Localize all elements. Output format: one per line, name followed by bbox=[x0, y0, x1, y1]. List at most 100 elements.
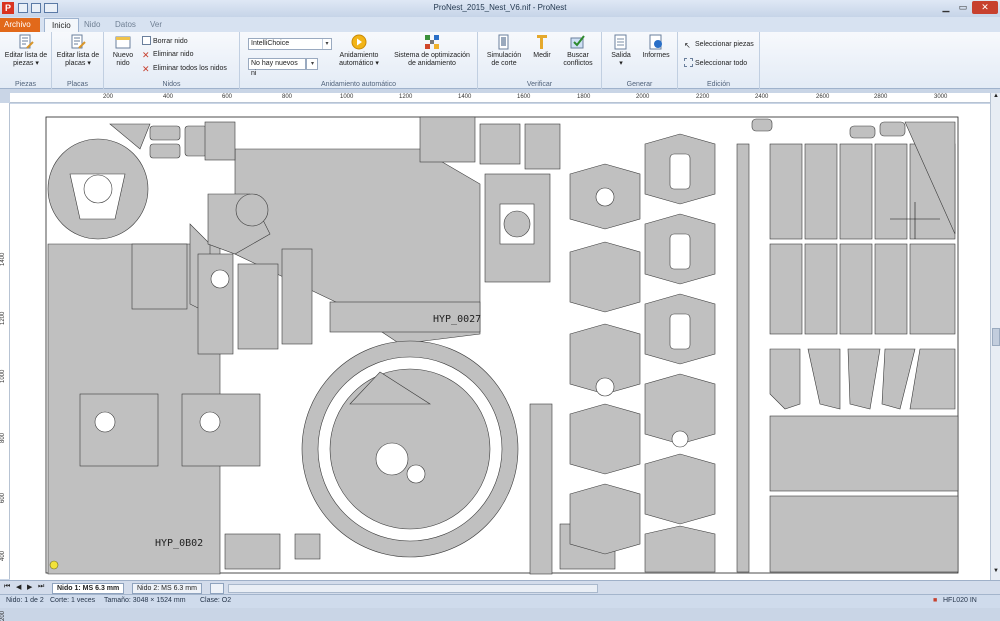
delete-all-icon: ✕ bbox=[142, 64, 150, 74]
part[interactable] bbox=[204, 121, 236, 161]
tab-inicio[interactable]: Inicio bbox=[44, 18, 79, 32]
close-icon[interactable]: ✕ bbox=[972, 1, 998, 14]
nav-first-icon[interactable]: ⏮ bbox=[4, 583, 10, 591]
output-button[interactable]: Salida ▾ bbox=[608, 34, 634, 68]
part[interactable] bbox=[479, 123, 521, 165]
no-new-nests-dropdown[interactable]: ▾ bbox=[306, 58, 318, 70]
part[interactable] bbox=[235, 193, 269, 227]
ruler-tick: 2600 bbox=[816, 94, 830, 100]
select-all-button[interactable]: Seleccionar todo bbox=[684, 58, 747, 68]
ruler-tick: 1200 bbox=[399, 94, 413, 100]
part-hole bbox=[595, 187, 615, 207]
select-all-icon bbox=[684, 58, 693, 67]
delete-nest-button[interactable]: ✕ Eliminar nido bbox=[142, 50, 193, 60]
nav-last-icon[interactable]: ⏭ bbox=[38, 583, 44, 591]
part[interactable] bbox=[736, 143, 750, 573]
part[interactable] bbox=[909, 243, 956, 335]
nest-canvas[interactable]: HYP_0027 HYP_0B02 bbox=[10, 104, 990, 580]
group-label-placas: Placas bbox=[66, 81, 88, 88]
measure-button[interactable]: Medir bbox=[530, 34, 554, 60]
cut-simulation-button[interactable]: Simulación de corte bbox=[484, 34, 524, 68]
part[interactable] bbox=[524, 123, 561, 170]
ruler-tick: 200 bbox=[0, 610, 6, 621]
select-parts-button[interactable]: ↖ Seleccionar piezas bbox=[684, 40, 754, 51]
part[interactable] bbox=[181, 393, 261, 467]
no-new-nests-select[interactable]: No hay nuevos ni bbox=[248, 58, 306, 77]
part[interactable] bbox=[874, 143, 908, 240]
clear-nest-button[interactable]: Borrar nido bbox=[142, 36, 188, 46]
nav-next-icon[interactable]: ▶ bbox=[27, 583, 32, 591]
find-conflicts-button[interactable]: Buscar conflictos bbox=[558, 34, 598, 68]
part[interactable] bbox=[879, 121, 906, 137]
part[interactable] bbox=[849, 125, 876, 139]
group-piezas: Editar lista de piezas ▾ Piezas bbox=[0, 32, 52, 89]
tab-nest-1[interactable]: Nido 1: MS 6.3 mm bbox=[52, 583, 125, 594]
tab-archivo[interactable]: Archivo bbox=[0, 18, 40, 32]
part[interactable] bbox=[569, 403, 641, 475]
part[interactable] bbox=[79, 393, 159, 467]
part[interactable] bbox=[503, 210, 531, 238]
part[interactable] bbox=[281, 248, 313, 345]
nav-prev-icon[interactable]: ◀ bbox=[16, 583, 21, 591]
tab-ver[interactable]: Ver bbox=[143, 18, 169, 32]
delete-all-nests-button[interactable]: ✕ Eliminar todos los nidos bbox=[142, 64, 227, 74]
ruler-tick: 2400 bbox=[755, 94, 769, 100]
ruler-tick: 1000 bbox=[340, 94, 354, 100]
tab-nido[interactable]: Nido bbox=[77, 18, 107, 32]
edit-parts-button[interactable]: Editar lista de piezas ▾ bbox=[4, 34, 48, 68]
part[interactable] bbox=[184, 125, 208, 157]
reports-button[interactable]: Informes bbox=[638, 34, 674, 60]
add-nest-tab-icon[interactable] bbox=[210, 583, 224, 594]
nest-optimization-button[interactable]: Sistema de optimización de anidamiento bbox=[390, 34, 474, 68]
part[interactable] bbox=[751, 118, 773, 132]
part[interactable] bbox=[149, 125, 181, 141]
tab-datos[interactable]: Datos bbox=[108, 18, 143, 32]
part[interactable] bbox=[804, 243, 838, 335]
part[interactable] bbox=[769, 143, 803, 240]
part[interactable] bbox=[419, 116, 476, 163]
group-label-auto-nesting: Anidamiento automático bbox=[320, 81, 397, 88]
part[interactable] bbox=[644, 525, 716, 573]
window-title: ProNest_2015_Nest_V6.nif - ProNest bbox=[433, 3, 567, 12]
new-nest-icon bbox=[115, 36, 131, 49]
part-hole bbox=[669, 153, 691, 190]
part[interactable] bbox=[294, 533, 321, 560]
part[interactable] bbox=[839, 143, 873, 240]
auto-nest-button[interactable]: Anidamiento automático ▾ bbox=[336, 34, 382, 68]
part[interactable] bbox=[769, 415, 959, 492]
part[interactable] bbox=[769, 495, 959, 573]
simulation-icon bbox=[498, 34, 509, 50]
minimize-icon[interactable]: ▁ bbox=[938, 1, 954, 14]
part[interactable] bbox=[839, 243, 873, 335]
vertical-scrollbar[interactable]: ▲ ▼ bbox=[990, 93, 1000, 580]
caliper-icon bbox=[537, 35, 547, 49]
scroll-up-icon[interactable]: ▲ bbox=[992, 93, 1000, 103]
part[interactable] bbox=[149, 143, 181, 159]
scroll-down-icon[interactable]: ▼ bbox=[992, 568, 1000, 578]
part-hole bbox=[210, 269, 230, 289]
horizontal-scrollbar[interactable] bbox=[228, 584, 598, 593]
clear-nest-icon bbox=[142, 36, 151, 45]
part-label: HYP_0B02 bbox=[155, 538, 203, 549]
part[interactable] bbox=[131, 243, 188, 310]
part[interactable] bbox=[644, 453, 716, 525]
reports-icon bbox=[649, 34, 662, 50]
part[interactable] bbox=[769, 243, 803, 335]
part[interactable] bbox=[224, 533, 281, 570]
part[interactable] bbox=[529, 403, 553, 575]
part[interactable] bbox=[804, 143, 838, 240]
part[interactable] bbox=[237, 263, 279, 350]
nesting-mode-select[interactable]: IntelliChoice ▾ bbox=[248, 38, 332, 50]
nest-drawing[interactable]: HYP_0027 HYP_0B02 bbox=[10, 104, 990, 580]
part[interactable] bbox=[874, 243, 908, 335]
part[interactable] bbox=[569, 241, 641, 313]
maximize-icon[interactable]: ▭ bbox=[955, 1, 971, 14]
group-nidos: Nuevo nido Borrar nido ✕ Eliminar nido ✕ E… bbox=[104, 32, 240, 89]
warning-icon: ■ bbox=[933, 597, 938, 604]
scroll-thumb[interactable] bbox=[992, 328, 1000, 346]
part[interactable] bbox=[569, 483, 641, 555]
new-nest-button[interactable]: Nuevo nido bbox=[110, 34, 136, 68]
part[interactable] bbox=[197, 253, 234, 355]
edit-plates-button[interactable]: Editar lista de placas ▾ bbox=[56, 34, 100, 68]
tab-nest-2[interactable]: Nido 2: MS 6.3 mm bbox=[132, 583, 202, 594]
